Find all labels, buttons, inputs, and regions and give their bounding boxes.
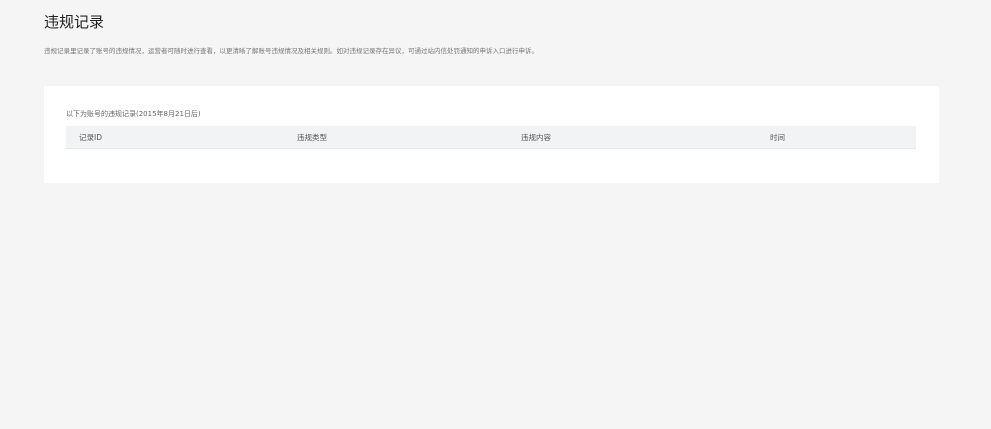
records-caption: 以下为账号的违规记录(2015年8月21日后) <box>66 110 201 118</box>
records-card: 以下为账号的违规记录(2015年8月21日后) 记录ID 违规类型 违规内容 时… <box>44 86 939 183</box>
column-header-violation-type: 违规类型 <box>297 126 521 149</box>
page-description: 违规记录里记录了账号的违规情况，运营者可随时进行查看，以更清晰了解账号违规情况及… <box>44 47 538 55</box>
page-title: 违规记录 <box>44 13 105 31</box>
records-table: 记录ID 违规类型 违规内容 时间 <box>66 126 916 149</box>
violation-records-page: 违规记录 违规记录里记录了账号的违规情况，运营者可随时进行查看，以更清晰了解账号… <box>0 0 991 429</box>
column-header-time: 时间 <box>770 126 916 149</box>
column-header-record-id: 记录ID <box>66 126 297 149</box>
records-table-header: 记录ID 违规类型 违规内容 时间 <box>66 126 916 149</box>
column-header-violation-content: 违规内容 <box>521 126 770 149</box>
table-header-row: 记录ID 违规类型 违规内容 时间 <box>66 126 916 149</box>
